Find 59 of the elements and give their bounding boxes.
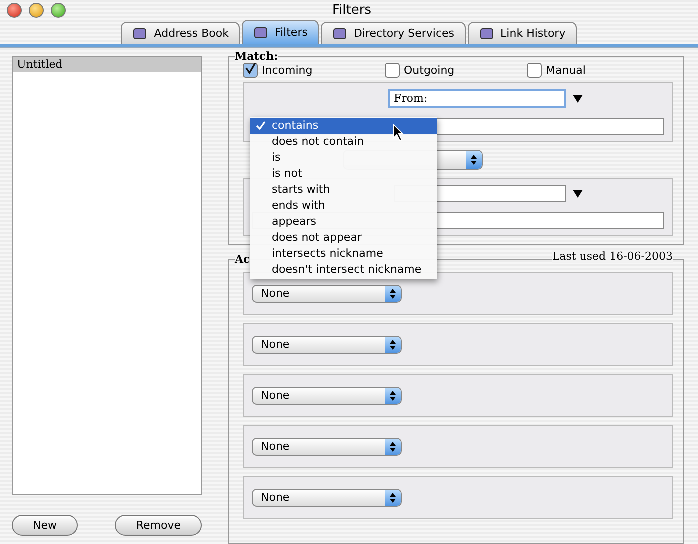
up-down-arrows-icon <box>389 440 397 452</box>
menu-item-label: contains <box>272 118 319 134</box>
up-down-arrows-icon <box>470 154 478 166</box>
checkbox-icon[interactable] <box>243 63 258 78</box>
menu-item-label: ends with <box>272 198 326 214</box>
checkbox-icon[interactable] <box>527 63 542 78</box>
checkbox-label: Manual <box>546 64 586 77</box>
tab[interactable]: Link History <box>468 22 577 44</box>
menu-item[interactable]: is not <box>250 166 437 182</box>
up-down-arrows-icon <box>389 288 397 300</box>
header-field[interactable]: From: <box>388 89 566 108</box>
tab[interactable]: Filters <box>242 20 319 44</box>
menu-item-label: does not contain <box>272 134 364 150</box>
menu-item[interactable]: ends with <box>250 198 437 214</box>
tab[interactable]: Directory Services <box>320 22 466 44</box>
action-popup[interactable]: None <box>252 284 402 302</box>
action-popup[interactable]: None <box>252 336 402 354</box>
action-popup[interactable]: None <box>252 386 402 404</box>
dropdown-arrow-icon[interactable] <box>572 188 584 198</box>
filter-list-item[interactable]: Untitled <box>13 57 201 72</box>
match-label: Match: <box>235 50 278 63</box>
menu-item-label: doesn't intersect nickname <box>272 262 422 278</box>
checkbox-label: Incoming <box>262 64 313 77</box>
window-title: Filters <box>332 2 372 18</box>
checkbox-icon[interactable] <box>385 63 400 78</box>
minimize-icon[interactable] <box>29 2 44 18</box>
up-down-arrows-icon <box>389 338 397 350</box>
remove-button[interactable]: Remove <box>115 515 202 536</box>
checkmark-icon <box>256 121 266 131</box>
dropdown-arrow-icon[interactable] <box>572 94 584 104</box>
menu-item-label: intersects nickname <box>272 246 384 262</box>
action-popup[interactable]: None <box>252 438 402 456</box>
action-popup[interactable]: None <box>252 488 402 506</box>
menu-item[interactable]: is <box>250 150 437 166</box>
close-icon[interactable] <box>7 2 22 18</box>
checkbox-label: Outgoing <box>404 64 455 77</box>
up-down-arrows-icon <box>389 492 397 504</box>
zoom-icon[interactable] <box>51 2 66 18</box>
new-button[interactable]: New <box>12 515 78 536</box>
actions-label: Ac <box>235 253 250 266</box>
menu-item[interactable]: does not appear <box>250 230 437 246</box>
up-down-arrows-icon <box>389 390 397 402</box>
menu-item[interactable]: contains <box>250 118 437 134</box>
tab[interactable]: Address Book <box>121 22 240 44</box>
menu-item-label: does not appear <box>272 230 362 246</box>
menu-item[interactable]: intersects nickname <box>250 246 437 262</box>
menu-item-label: is not <box>272 166 302 182</box>
checkbox[interactable]: Incoming <box>243 63 385 78</box>
menu-item-label: is <box>272 150 281 166</box>
menu-item-label: starts with <box>272 182 330 198</box>
pointer-icon <box>393 124 405 142</box>
checkbox[interactable]: Outgoing <box>385 63 527 78</box>
checkbox[interactable]: Manual <box>527 63 669 78</box>
menu-item[interactable]: does not contain <box>250 134 437 150</box>
menu-item[interactable]: doesn't intersect nickname <box>250 262 437 278</box>
menu-item[interactable]: starts with <box>250 182 437 198</box>
menu-item-label: appears <box>272 214 316 230</box>
last-used-text: Last used 16-06-2003 <box>552 250 673 263</box>
menu-item[interactable]: appears <box>250 214 437 230</box>
